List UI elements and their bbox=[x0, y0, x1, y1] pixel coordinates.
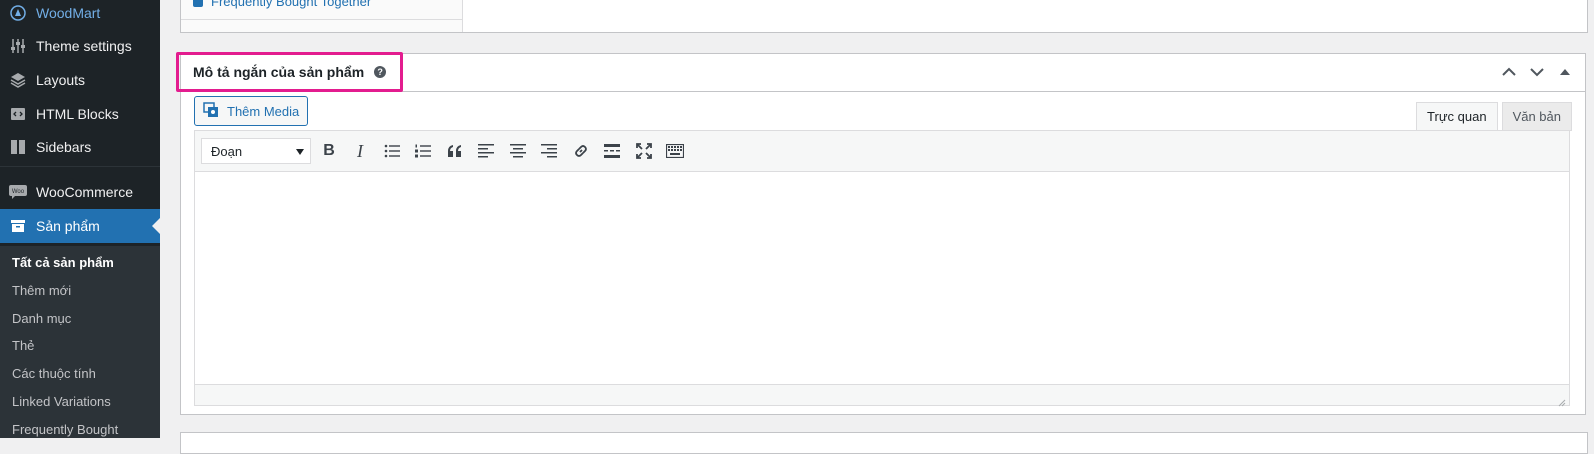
move-up-icon[interactable] bbox=[1499, 62, 1519, 82]
menu-label: Theme settings bbox=[36, 38, 132, 54]
menu-separator bbox=[0, 166, 160, 167]
link-icon[interactable] bbox=[571, 141, 591, 161]
align-center-icon[interactable] bbox=[508, 141, 528, 161]
menu-label: WoodMart bbox=[36, 5, 101, 21]
woo-icon: Woo bbox=[8, 182, 28, 202]
submenu-item-linked-variations[interactable]: Linked Variations bbox=[12, 394, 111, 409]
rich-text-editor: Đoạn B I bbox=[194, 130, 1570, 407]
resize-handle-icon[interactable] bbox=[1558, 394, 1566, 407]
bullet-list-icon[interactable] bbox=[382, 141, 402, 161]
products-submenu: Tất cả sản phẩm Thêm mới Danh mục Thẻ Cá… bbox=[0, 246, 160, 438]
postbox-header: Mô tả ngắn của sản phẩm ? bbox=[181, 54, 1585, 92]
code-block-icon bbox=[8, 104, 28, 124]
menu-item-sidebars[interactable]: Sidebars bbox=[0, 130, 160, 164]
add-media-button[interactable]: Thêm Media bbox=[194, 96, 309, 126]
layers-icon bbox=[8, 70, 28, 90]
next-postbox bbox=[180, 432, 1588, 454]
blockquote-icon[interactable] bbox=[445, 141, 465, 161]
tab-visual[interactable]: Trực quan bbox=[1416, 102, 1498, 131]
editor-status-bar bbox=[195, 384, 1569, 407]
move-down-icon[interactable] bbox=[1527, 62, 1547, 82]
menu-item-products[interactable]: Sản phẩm bbox=[0, 209, 160, 243]
archive-icon bbox=[8, 216, 28, 236]
submenu-item-categories[interactable]: Danh mục bbox=[12, 311, 71, 326]
editor-content-area[interactable] bbox=[195, 172, 1569, 377]
short-description-postbox: Mô tả ngắn của sản phẩm ? Thêm Media Trự… bbox=[180, 53, 1586, 415]
format-select[interactable]: Đoạn bbox=[201, 138, 311, 164]
submenu-item-attributes[interactable]: Các thuộc tính bbox=[12, 366, 96, 381]
read-more-icon[interactable] bbox=[602, 141, 622, 161]
submenu-item-add-new[interactable]: Thêm mới bbox=[12, 283, 71, 298]
product-data-tabs: Frequently Bought Together bbox=[181, 0, 463, 32]
collapse-toggle-icon[interactable] bbox=[1555, 62, 1575, 82]
tab-label: Frequently Bought Together bbox=[211, 0, 372, 9]
tab-text[interactable]: Văn bản bbox=[1501, 102, 1572, 131]
question-icon[interactable]: ? bbox=[374, 66, 387, 78]
editor-mode-tabs: Trực quan Văn bản bbox=[1416, 102, 1572, 131]
add-media-label: Thêm Media bbox=[227, 103, 300, 119]
chevron-down-icon bbox=[296, 149, 304, 155]
submenu-item-tags[interactable]: Thẻ bbox=[12, 338, 34, 353]
tab-divider bbox=[181, 19, 462, 20]
align-left-icon[interactable] bbox=[476, 141, 496, 161]
bold-icon[interactable]: B bbox=[319, 141, 339, 161]
tab-frequently-bought-together[interactable]: Frequently Bought Together bbox=[193, 0, 371, 9]
menu-label: Layouts bbox=[36, 72, 86, 88]
italic-icon[interactable]: I bbox=[350, 141, 370, 161]
submenu-item-all-products[interactable]: Tất cả sản phẩm bbox=[12, 255, 114, 270]
sidebar-icon bbox=[8, 137, 28, 157]
numbered-list-icon[interactable] bbox=[413, 141, 433, 161]
product-data-panel: Frequently Bought Together bbox=[180, 0, 1588, 33]
media-icon bbox=[203, 101, 219, 121]
menu-item-theme-settings[interactable]: Theme settings bbox=[0, 29, 160, 63]
menu-item-woocommerce[interactable]: Woo WooCommerce bbox=[0, 175, 160, 209]
svg-text:Woo: Woo bbox=[12, 189, 25, 195]
sliders-icon bbox=[8, 36, 28, 56]
admin-sidebar: WoodMart Theme settings Layouts HTML Blo… bbox=[0, 0, 160, 438]
toolbar-toggle-icon[interactable] bbox=[665, 141, 685, 161]
menu-item-woodmart[interactable]: WoodMart bbox=[0, 0, 160, 30]
fullscreen-icon[interactable] bbox=[634, 141, 654, 161]
editor-toolbar: Đoạn B I bbox=[195, 131, 1569, 172]
align-right-icon[interactable] bbox=[539, 141, 559, 161]
tab-icon bbox=[193, 0, 203, 7]
postbox-title: Mô tả ngắn của sản phẩm ? bbox=[193, 64, 387, 80]
submenu-item-frequently-bought[interactable]: Frequently Bought bbox=[12, 422, 118, 437]
menu-label: Sản phẩm bbox=[36, 218, 100, 234]
postbox-controls bbox=[1499, 62, 1575, 82]
postbox-title-text: Mô tả ngắn của sản phẩm bbox=[193, 64, 365, 80]
menu-item-layouts[interactable]: Layouts bbox=[0, 63, 160, 97]
menu-item-html-blocks[interactable]: HTML Blocks bbox=[0, 97, 160, 131]
menu-label: Sidebars bbox=[36, 139, 92, 155]
menu-label: WooCommerce bbox=[36, 184, 133, 200]
format-select-value: Đoạn bbox=[211, 143, 243, 159]
woodmart-icon bbox=[8, 3, 28, 23]
menu-label: HTML Blocks bbox=[36, 106, 119, 122]
